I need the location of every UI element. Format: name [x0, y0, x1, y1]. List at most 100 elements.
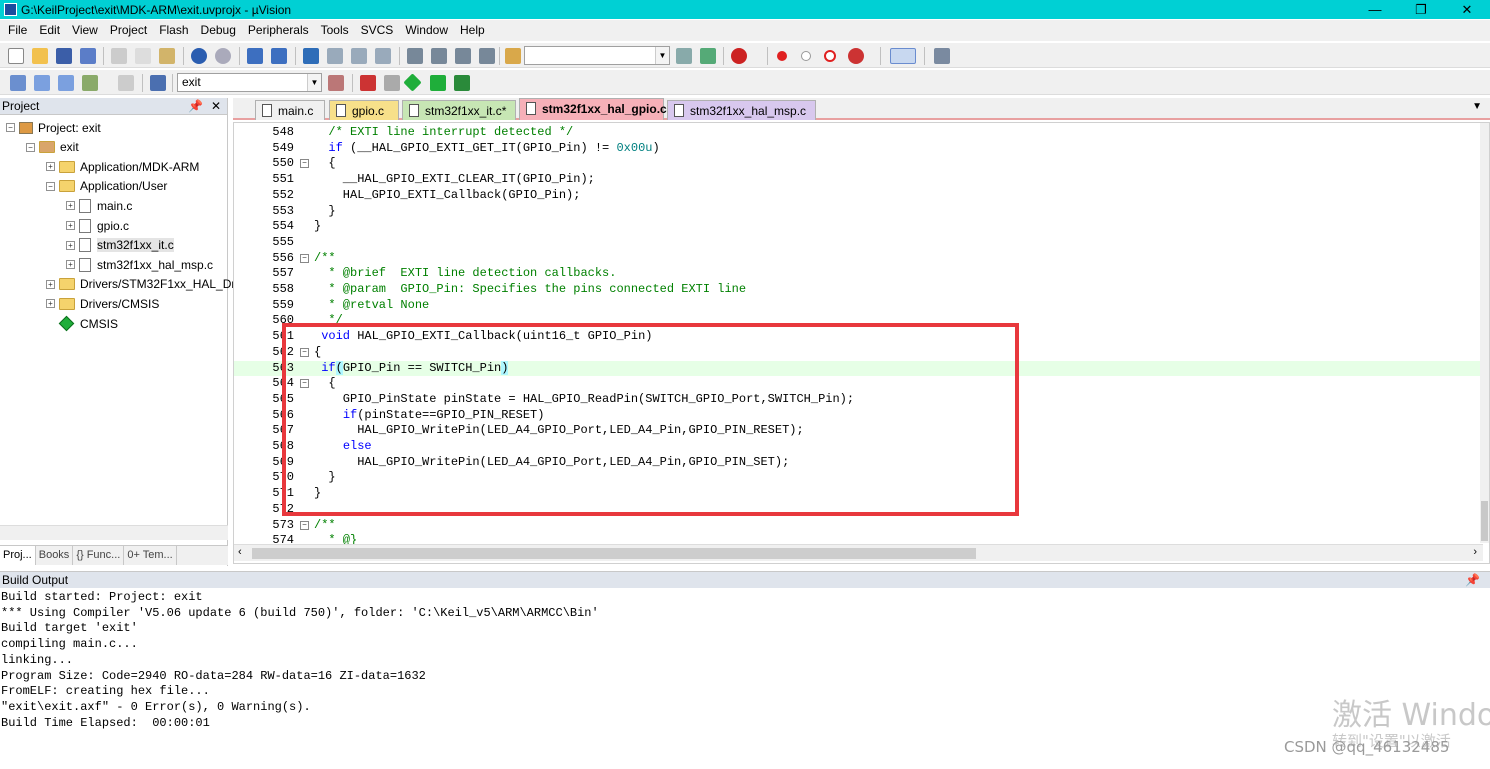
- expand-icon[interactable]: +: [66, 240, 75, 250]
- tree-item[interactable]: + stm32f1xx_hal_msp.c: [66, 255, 213, 274]
- menu-help[interactable]: Help: [454, 20, 491, 41]
- select-packs-icon[interactable]: [384, 75, 400, 91]
- find-combo[interactable]: ▼: [524, 46, 670, 65]
- prev-bookmark-icon[interactable]: [327, 48, 343, 64]
- tree-item[interactable]: + Application/MDK-ARM: [46, 157, 199, 176]
- menu-flash[interactable]: Flash: [153, 20, 194, 41]
- unindent-icon[interactable]: [431, 48, 447, 64]
- editor-tab[interactable]: main.c: [255, 100, 325, 120]
- panel-tab[interactable]: Proj...: [0, 546, 36, 565]
- project-hscrollbar[interactable]: [0, 525, 228, 540]
- pin-icon[interactable]: 📌: [188, 98, 203, 115]
- navigate-forward-icon[interactable]: [271, 48, 287, 64]
- close-icon[interactable]: ✕: [1444, 0, 1490, 19]
- menu-svcs[interactable]: SVCS: [355, 20, 400, 41]
- tree-item[interactable]: + stm32f1xx_it.c: [66, 236, 174, 255]
- menu-window[interactable]: Window: [399, 20, 454, 41]
- translate-icon[interactable]: [10, 75, 26, 91]
- comment-icon[interactable]: [455, 48, 471, 64]
- tree-item[interactable]: − Application/User: [46, 177, 167, 196]
- disable-breakpoints-icon[interactable]: [824, 50, 836, 62]
- editor-tab[interactable]: stm32f1xx_hal_msp.c: [667, 100, 816, 120]
- manage-rte-icon[interactable]: [403, 73, 422, 92]
- scroll-left-icon[interactable]: ‹: [238, 546, 242, 558]
- expand-icon[interactable]: +: [66, 221, 75, 230]
- menu-file[interactable]: File: [2, 20, 33, 41]
- cut-icon[interactable]: [111, 48, 127, 64]
- tree-item[interactable]: − Project: exit: [6, 118, 101, 137]
- insert-breakpoint-icon[interactable]: [777, 51, 787, 61]
- menu-view[interactable]: View: [66, 20, 104, 41]
- tree-item[interactable]: + Drivers/STM32F1xx_HAL_Dr: [46, 275, 235, 294]
- tree-item[interactable]: − exit: [26, 138, 79, 157]
- rte-green-icon[interactable]: [454, 75, 470, 91]
- bookmark-icon[interactable]: [303, 48, 319, 64]
- editor-tab[interactable]: stm32f1xx_it.c*: [402, 100, 516, 120]
- fold-icon[interactable]: −: [300, 253, 309, 263]
- panel-tab[interactable]: 0+ Tem...: [124, 546, 177, 565]
- uncomment-icon[interactable]: [479, 48, 495, 64]
- manage-project-items-icon[interactable]: [360, 75, 376, 91]
- copy-icon[interactable]: [135, 48, 151, 64]
- redo-icon[interactable]: [215, 48, 231, 64]
- target-select[interactable]: exit ▼: [177, 73, 322, 92]
- close-panel-icon[interactable]: ✕: [211, 98, 221, 115]
- save-icon[interactable]: [56, 48, 72, 64]
- open-folder-icon[interactable]: [32, 48, 48, 64]
- expand-icon[interactable]: +: [66, 260, 75, 270]
- editor-tab[interactable]: stm32f1xx_hal_gpio.c: [519, 98, 667, 120]
- menu-debug[interactable]: Debug: [195, 20, 242, 41]
- tree-item[interactable]: CMSIS: [58, 314, 118, 333]
- editor-tab[interactable]: gpio.c: [329, 100, 399, 120]
- debug-session-icon[interactable]: [731, 48, 747, 64]
- find-icon[interactable]: [676, 48, 692, 64]
- menu-project[interactable]: Project: [104, 20, 153, 41]
- editor-vscrollbar[interactable]: [1480, 123, 1489, 543]
- restore-icon[interactable]: ❐: [1398, 0, 1444, 19]
- collapse-icon[interactable]: −: [6, 123, 15, 132]
- fold-icon[interactable]: −: [300, 159, 309, 169]
- scroll-right-icon[interactable]: ›: [1473, 546, 1477, 558]
- undo-icon[interactable]: [191, 48, 207, 64]
- enable-breakpoint-icon[interactable]: [801, 51, 811, 61]
- menu-tools[interactable]: Tools: [315, 20, 355, 41]
- next-bookmark-icon[interactable]: [351, 48, 367, 64]
- expand-icon[interactable]: +: [46, 299, 55, 309]
- tree-item[interactable]: + main.c: [66, 196, 132, 215]
- expand-icon[interactable]: +: [46, 162, 55, 172]
- editor-hscrollbar[interactable]: ‹ ›: [234, 544, 1483, 561]
- tree-item[interactable]: + gpio.c: [66, 216, 129, 235]
- find-in-files-icon[interactable]: [505, 48, 521, 64]
- pack-installer-icon[interactable]: [430, 75, 446, 91]
- new-file-icon[interactable]: [8, 48, 24, 64]
- expand-icon[interactable]: +: [66, 201, 75, 211]
- build-icon[interactable]: [34, 75, 50, 91]
- stop-build-icon[interactable]: [118, 75, 134, 91]
- incremental-find-icon[interactable]: [700, 48, 716, 64]
- paste-icon[interactable]: [159, 48, 175, 64]
- expand-icon[interactable]: +: [46, 279, 55, 289]
- kill-breakpoints-icon[interactable]: [848, 48, 864, 64]
- clear-bookmarks-icon[interactable]: [375, 48, 391, 64]
- rebuild-icon[interactable]: [58, 75, 74, 91]
- panel-tab[interactable]: {} Func...: [73, 546, 125, 565]
- collapse-icon[interactable]: −: [26, 142, 35, 152]
- tree-item-label: exit: [60, 140, 79, 155]
- window-layout-icon[interactable]: [890, 48, 916, 64]
- download-load-icon[interactable]: [150, 75, 166, 91]
- fold-icon[interactable]: −: [300, 520, 309, 530]
- menu-peripherals[interactable]: Peripherals: [242, 20, 315, 41]
- indent-icon[interactable]: [407, 48, 423, 64]
- tree-item[interactable]: + Drivers/CMSIS: [46, 294, 159, 313]
- minimize-icon[interactable]: —: [1352, 0, 1398, 19]
- panel-tab[interactable]: Books: [36, 546, 74, 565]
- batch-build-icon[interactable]: [82, 75, 98, 91]
- tabs-dropdown-icon[interactable]: ▼: [1472, 101, 1482, 112]
- pin-icon[interactable]: 📌: [1465, 572, 1480, 589]
- navigate-back-icon[interactable]: [247, 48, 263, 64]
- target-options-icon[interactable]: [328, 75, 344, 91]
- menu-edit[interactable]: Edit: [33, 20, 66, 41]
- save-all-icon[interactable]: [80, 48, 96, 64]
- collapse-icon[interactable]: −: [46, 181, 55, 191]
- configure-icon[interactable]: [934, 48, 950, 64]
